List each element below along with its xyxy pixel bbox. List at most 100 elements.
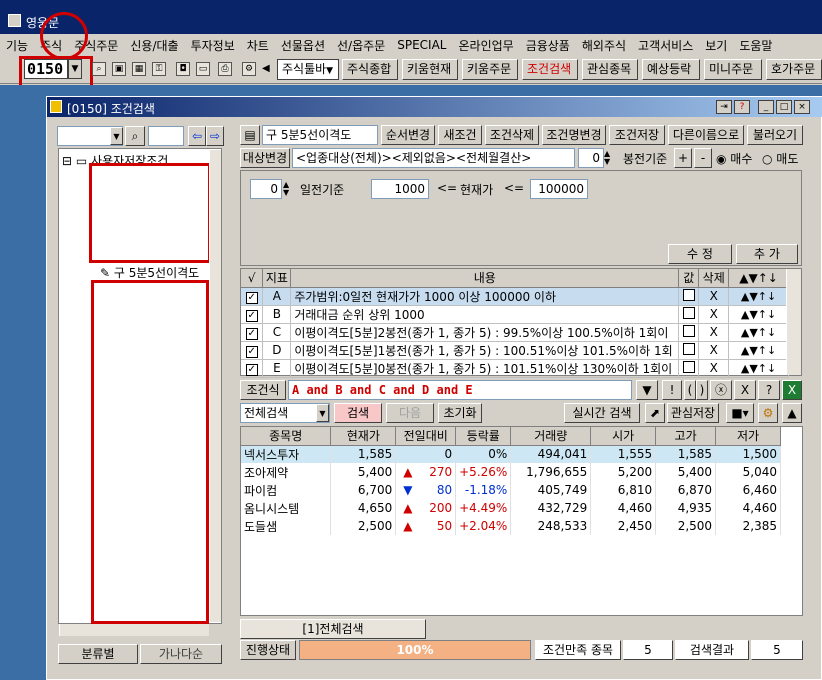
toolbar-button[interactable]: 예상등락 bbox=[642, 59, 700, 80]
plus-button[interactable]: + bbox=[674, 148, 692, 168]
delete-cell[interactable]: X bbox=[698, 305, 730, 324]
toolbar-button[interactable]: 키움현재 bbox=[402, 59, 458, 80]
search-icon[interactable]: ⌕ bbox=[125, 126, 145, 146]
chart-icon[interactable]: ⬈ bbox=[645, 403, 665, 423]
next-button[interactable]: 다음 bbox=[386, 403, 434, 423]
formula-op-button[interactable]: ⓧ bbox=[710, 380, 732, 400]
target-field[interactable]: <업종대상(전체)><제외없음><전체월결산> bbox=[292, 148, 575, 168]
checkbox[interactable]: ✓ bbox=[241, 341, 264, 360]
delete-cell[interactable]: X bbox=[698, 359, 730, 378]
add-button[interactable]: 추 가 bbox=[736, 244, 798, 264]
tab-category[interactable]: 분류별 bbox=[58, 644, 138, 664]
menu-item[interactable]: 선물옵션 bbox=[275, 37, 331, 54]
excel-icon[interactable]: X bbox=[782, 380, 802, 400]
menu-item[interactable]: 도움말 bbox=[733, 37, 778, 54]
search-icon[interactable]: ⌕ bbox=[92, 62, 106, 76]
condition-name-input[interactable]: 구 5분5선이격도 bbox=[262, 125, 378, 145]
key-icon[interactable]: ⚿ bbox=[152, 62, 166, 76]
save-as-button[interactable]: 다른이름으로 bbox=[668, 125, 744, 145]
menu-item[interactable]: 기능 bbox=[0, 37, 34, 54]
condition-row[interactable]: ✓ A 주가범위:0일전 현재가가 1000 이상 100000 이하 X ▲▼… bbox=[241, 287, 789, 306]
formula-op-button[interactable]: X bbox=[734, 380, 756, 400]
monitor-icon[interactable]: ▭ bbox=[196, 62, 210, 76]
help-icon[interactable]: ? bbox=[734, 100, 750, 114]
menu-item[interactable]: 고객서비스 bbox=[632, 37, 699, 54]
load-button[interactable]: 불러오기 bbox=[747, 125, 803, 145]
table-row[interactable]: 파이컴 6,700 ▼ 80 -1.18% 405,749 6,810 6,870… bbox=[241, 481, 781, 499]
menu-dropdown-icon[interactable]: ■▾ bbox=[726, 403, 754, 423]
value-checkbox[interactable] bbox=[678, 305, 700, 324]
menu-item[interactable]: 투자정보 bbox=[185, 37, 241, 54]
realtime-search-button[interactable]: 실시간 검색 bbox=[564, 403, 640, 423]
formula-input[interactable]: A and B and C and D and E bbox=[288, 380, 632, 400]
chevron-down-icon[interactable]: ▼ bbox=[110, 127, 123, 145]
minimize-icon[interactable]: _ bbox=[758, 100, 774, 114]
conditions-vscrollbar[interactable] bbox=[786, 269, 801, 375]
new-condition-button[interactable]: 새조건 bbox=[438, 125, 482, 145]
maximize-icon[interactable]: □ bbox=[776, 100, 792, 114]
condition-row[interactable]: ✓ C 이평이격도[5분]2봉전(종가 1, 종가 5) : 99.5%이상 1… bbox=[241, 323, 789, 342]
move-arrows-icon[interactable]: ▲▼↑↓ bbox=[728, 323, 789, 342]
search-input[interactable] bbox=[148, 126, 184, 146]
arrow-right-icon[interactable]: ⇨ bbox=[206, 126, 224, 146]
condition-row[interactable]: ✓ D 이평이격도[5분]1봉전(종가 1, 종가 5) : 100.51%이상… bbox=[241, 341, 789, 360]
lock-icon[interactable]: ◘ bbox=[176, 62, 190, 76]
value-checkbox[interactable] bbox=[678, 323, 700, 342]
toolbar-left-arrow-icon[interactable]: ◀ bbox=[262, 63, 270, 74]
move-arrows-icon[interactable]: ▲▼↑↓ bbox=[728, 341, 789, 360]
toolbar-button[interactable]: 미니주문 bbox=[704, 59, 762, 80]
toolbar-button[interactable]: 키움주문 bbox=[462, 59, 518, 80]
menu-item[interactable]: 해외주식 bbox=[576, 37, 632, 54]
watch-save-button[interactable]: 관심저장 bbox=[667, 403, 719, 423]
days-input[interactable]: 0 bbox=[250, 179, 282, 199]
delete-cell[interactable]: X bbox=[698, 323, 730, 342]
close-icon[interactable]: × bbox=[794, 100, 810, 114]
tree-hscrollbar[interactable] bbox=[59, 624, 209, 636]
gear-icon[interactable]: ⚙ bbox=[758, 403, 778, 423]
gear-icon[interactable]: ⚙ bbox=[242, 62, 256, 76]
delete-condition-button[interactable]: 조건삭제 bbox=[485, 125, 539, 145]
scroll-up-icon[interactable]: ▲ bbox=[782, 403, 802, 423]
value-checkbox[interactable] bbox=[678, 287, 700, 306]
formula-op-button[interactable]: ) bbox=[696, 380, 708, 400]
calc-icon[interactable]: ▦ bbox=[132, 62, 146, 76]
spin-icon[interactable]: ▲ ▼ bbox=[604, 150, 610, 166]
toolbar-button[interactable]: 호가주문 bbox=[766, 59, 822, 80]
table-row[interactable]: 도들샘 2,500 ▲ 50 +2.04% 248,533 2,450 2,500… bbox=[241, 517, 781, 535]
reset-button[interactable]: 초기화 bbox=[438, 403, 482, 423]
tree-vscrollbar[interactable] bbox=[209, 150, 221, 622]
move-arrows-icon[interactable]: ▲▼↑↓ bbox=[728, 359, 789, 378]
condition-row[interactable]: ✓ E 이평이격도[5분]0봉전(종가 1, 종가 5) : 101.51%이상… bbox=[241, 359, 789, 378]
printer-icon[interactable]: ⎙ bbox=[218, 62, 232, 76]
toolbar-button[interactable]: 관심종목 bbox=[582, 59, 638, 80]
search-button[interactable]: 검색 bbox=[334, 403, 382, 423]
spin-icon[interactable]: ▲ ▼ bbox=[283, 181, 289, 197]
pin-icon[interactable]: ⇥ bbox=[716, 100, 732, 114]
condition-row[interactable]: ✓ B 거래대금 순위 상위 1000 X ▲▼↑↓ bbox=[241, 305, 789, 324]
checkbox[interactable]: ✓ bbox=[241, 323, 264, 342]
checkbox[interactable]: ✓ bbox=[241, 287, 264, 306]
checkbox[interactable]: ✓ bbox=[241, 359, 264, 378]
formula-op-button[interactable]: ? bbox=[758, 380, 780, 400]
formula-op-button[interactable]: ▼ bbox=[636, 380, 658, 400]
tab-all-search[interactable]: [1]전체검색 bbox=[240, 619, 426, 639]
formula-op-button[interactable]: ! bbox=[662, 380, 682, 400]
move-arrows-icon[interactable]: ▲▼↑↓ bbox=[728, 305, 789, 324]
chevron-down-icon[interactable]: ▼ bbox=[316, 404, 329, 422]
order-change-button[interactable]: 순서변경 bbox=[381, 125, 435, 145]
modify-button[interactable]: 수 정 bbox=[668, 244, 732, 264]
checkbox[interactable]: ✓ bbox=[241, 305, 264, 324]
menu-item[interactable]: 신용/대출 bbox=[124, 37, 184, 54]
rename-condition-button[interactable]: 조건명변경 bbox=[542, 125, 606, 145]
minus-button[interactable]: - bbox=[694, 148, 712, 168]
table-row[interactable]: 조아제약 5,400 ▲ 270 +5.26% 1,796,655 5,200 5… bbox=[241, 463, 781, 481]
delete-cell[interactable]: X bbox=[698, 287, 730, 306]
menu-item[interactable]: 선/옵주문 bbox=[331, 37, 391, 54]
formula-op-button[interactable]: ( bbox=[684, 380, 696, 400]
doc-icon[interactable]: ▤ bbox=[240, 125, 260, 145]
table-row[interactable]: 옴니시스템 4,650 ▲ 200 +4.49% 432,729 4,460 4,… bbox=[241, 499, 781, 517]
radio-sell[interactable]: ○ 매도 bbox=[762, 150, 798, 167]
menu-item[interactable]: SPECIAL bbox=[391, 38, 452, 52]
save-condition-button[interactable]: 조건저장 bbox=[609, 125, 665, 145]
max-price-input[interactable]: 100000 bbox=[530, 179, 588, 199]
